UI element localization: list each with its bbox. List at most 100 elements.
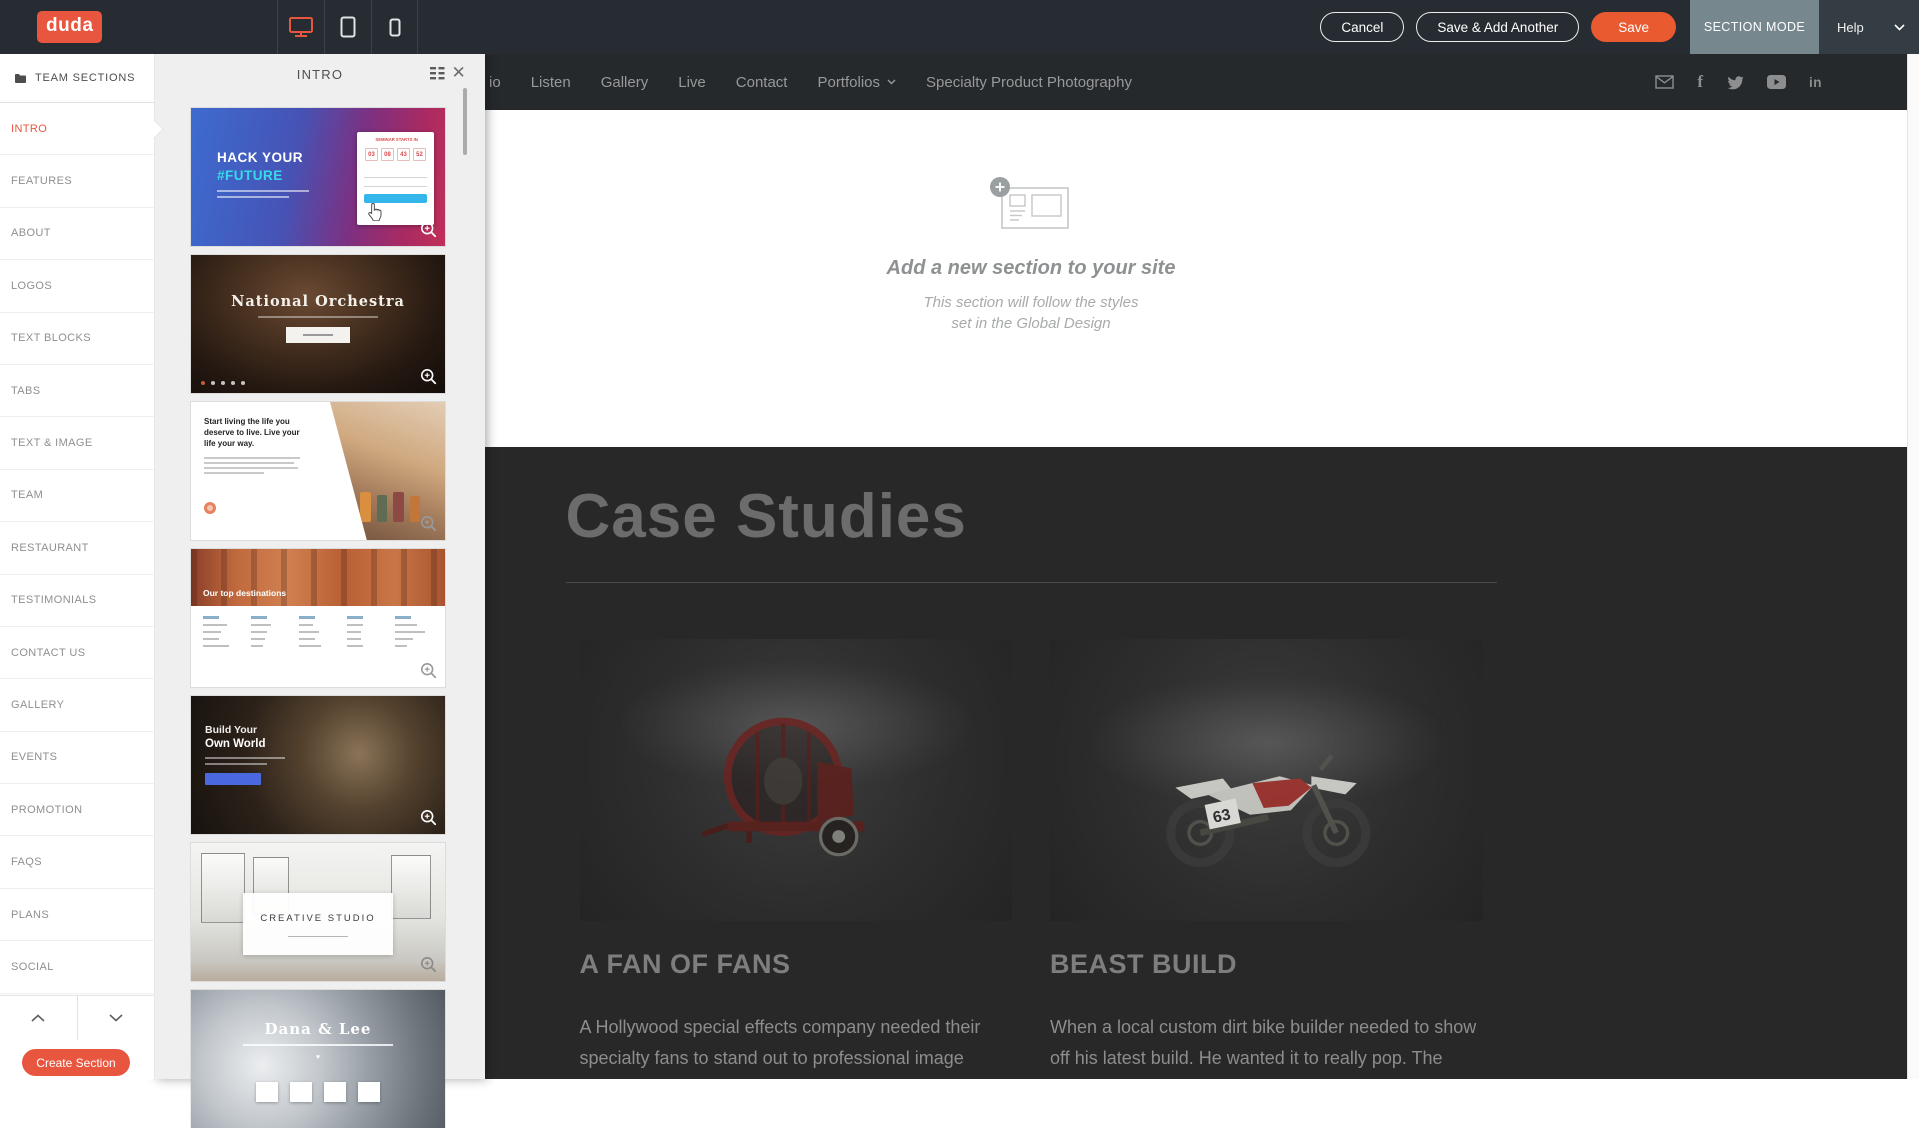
help-label: Help bbox=[1837, 20, 1864, 35]
tablet-icon bbox=[340, 16, 356, 38]
case-study-text: A Hollywood special effects company need… bbox=[580, 1012, 1010, 1079]
site-nav-link[interactable]: Gallery bbox=[601, 74, 649, 91]
close-icon[interactable]: ✕ bbox=[452, 64, 467, 81]
sidebar-item[interactable]: FEATURES bbox=[0, 155, 154, 207]
zoom-preview-icon[interactable] bbox=[420, 956, 437, 973]
sidebar-item[interactable]: GALLERY bbox=[0, 679, 154, 731]
email-icon[interactable] bbox=[1655, 75, 1674, 89]
sidebar-item[interactable]: TEXT & IMAGE bbox=[0, 417, 154, 469]
scroll-up-button[interactable] bbox=[0, 996, 78, 1040]
sidebar-item[interactable]: PLANS bbox=[0, 889, 154, 941]
sidebar-item-label: INTRO bbox=[11, 123, 47, 135]
case-studies-heading: Case Studies bbox=[566, 481, 1497, 552]
sidebar-item[interactable]: INTRO bbox=[0, 103, 154, 155]
template-thumb-creative-studio[interactable]: CREATIVE STUDIO bbox=[191, 843, 445, 981]
sidebar-header-label: TEAM SECTIONS bbox=[35, 72, 135, 84]
sidebar-item[interactable]: ABOUT bbox=[0, 208, 154, 260]
facebook-icon[interactable]: f bbox=[1697, 72, 1703, 92]
sidebar-item-label: EVENTS bbox=[11, 751, 57, 763]
zoom-preview-icon[interactable] bbox=[420, 809, 437, 826]
site-nav-link[interactable]: Portfolios bbox=[817, 74, 896, 91]
sidebar-item[interactable]: SOCIAL bbox=[0, 941, 154, 993]
sidebar-item-label: CONTACT US bbox=[11, 647, 86, 659]
site-nav-link[interactable]: Listen bbox=[531, 74, 571, 91]
sidebar-item-label: FAQS bbox=[11, 856, 42, 868]
sidebar-item-label: TEAM bbox=[11, 489, 43, 501]
youtube-icon[interactable] bbox=[1767, 75, 1786, 89]
countdown-boxes bbox=[191, 1082, 445, 1102]
case-study-card-fan: A FAN OF FANS A Hollywood special effect… bbox=[580, 639, 1013, 1079]
sidebar-item-label: LOGOS bbox=[11, 280, 52, 292]
tablet-view-button[interactable] bbox=[324, 0, 371, 54]
template-thumb-dana-and-lee[interactable]: Dana & Lee ♥ bbox=[191, 990, 445, 1128]
scroll-down-button[interactable] bbox=[78, 996, 155, 1040]
page-scrollbar[interactable] bbox=[1907, 54, 1919, 1079]
sidebar-item-label: SOCIAL bbox=[11, 961, 54, 973]
zoom-preview-icon[interactable] bbox=[420, 221, 437, 238]
duda-logo: duda bbox=[37, 11, 102, 43]
intro-sections-panel: INTRO ✕ HACK YOUR #FUTURE SEMINAR STARTS… bbox=[155, 54, 485, 1079]
add-section-subtitle: This section will follow the styles set … bbox=[887, 292, 1176, 334]
mobile-view-button[interactable] bbox=[371, 0, 418, 54]
sidebar-item-label: FEATURES bbox=[11, 175, 72, 187]
twitter-icon[interactable] bbox=[1726, 75, 1744, 90]
carousel-dots bbox=[201, 381, 245, 385]
section-mode-badge[interactable]: SECTION MODE bbox=[1690, 0, 1819, 54]
template-thumb-hack-your-future[interactable]: HACK YOUR #FUTURE SEMINAR STARTS IN 0308… bbox=[191, 108, 445, 246]
device-switcher bbox=[277, 0, 418, 54]
sidebar-item-label: TABS bbox=[11, 385, 41, 397]
chevron-down-icon bbox=[1894, 24, 1905, 31]
panel-title: INTRO bbox=[297, 67, 343, 82]
editor-top-bar: duda Cancel Save & Add Another Save SECT… bbox=[0, 0, 1919, 54]
site-nav-link[interactable]: Live bbox=[678, 74, 706, 91]
case-study-title: BEAST BUILD bbox=[1050, 949, 1483, 980]
hand-cursor-icon bbox=[367, 202, 383, 221]
case-study-text: When a local custom dirt bike builder ne… bbox=[1050, 1012, 1480, 1079]
sidebar-item[interactable]: CONTACT US bbox=[0, 627, 154, 679]
save-button[interactable]: Save bbox=[1591, 12, 1676, 42]
sidebar-item[interactable]: TESTIMONIALS bbox=[0, 575, 154, 627]
site-social-icons: f in bbox=[1655, 54, 1822, 110]
panel-scrollbar-thumb[interactable] bbox=[463, 88, 467, 155]
sidebar-item[interactable]: LOGOS bbox=[0, 260, 154, 312]
sidebar-item-label: TESTIMONIALS bbox=[11, 594, 96, 606]
sidebar-item[interactable]: TABS bbox=[0, 365, 154, 417]
sections-sidebar: TEAM SECTIONS INTRO FEATURES ABOUT LOGOS… bbox=[0, 54, 155, 1079]
sidebar-item-label: ABOUT bbox=[11, 227, 51, 239]
template-thumb-start-living[interactable]: Start living the life you deserve to liv… bbox=[191, 402, 445, 540]
sidebar-header: TEAM SECTIONS bbox=[0, 54, 154, 103]
chevron-up-icon bbox=[31, 1014, 45, 1022]
sidebar-item[interactable]: TEXT BLOCKS bbox=[0, 313, 154, 365]
thumb-button bbox=[286, 327, 350, 343]
wind-machine-graphic bbox=[686, 700, 906, 860]
site-nav-items: io Listen Gallery Live bbox=[489, 74, 1132, 91]
sidebar-items: INTRO FEATURES ABOUT LOGOS TEXT BLOCKS T… bbox=[0, 103, 154, 994]
sidebar-item[interactable]: TEAM bbox=[0, 470, 154, 522]
zoom-preview-icon[interactable] bbox=[420, 515, 437, 532]
sidebar-item-label: RESTAURANT bbox=[11, 542, 89, 554]
template-thumb-build-your-own-world[interactable]: Build Your Own World bbox=[191, 696, 445, 834]
zoom-preview-icon[interactable] bbox=[420, 662, 437, 679]
site-nav-link[interactable]: io bbox=[489, 74, 501, 91]
layout-toggle-icon[interactable] bbox=[430, 67, 445, 80]
sidebar-item[interactable]: FAQS bbox=[0, 836, 154, 888]
create-section-button[interactable]: Create Section bbox=[22, 1049, 130, 1076]
fan-photo bbox=[580, 639, 1013, 921]
template-thumb-national-orchestra[interactable]: National Orchestra bbox=[191, 255, 445, 393]
countdown-box: 03 bbox=[365, 148, 378, 161]
template-thumb-top-destinations[interactable]: Our top destinations bbox=[191, 549, 445, 687]
desktop-view-button[interactable] bbox=[277, 0, 324, 54]
site-nav-link[interactable]: Specialty Product Photography bbox=[926, 74, 1132, 91]
bike-photo: 63 bbox=[1050, 639, 1483, 921]
save-add-another-button[interactable]: Save & Add Another bbox=[1416, 12, 1579, 42]
sidebar-item[interactable]: RESTAURANT bbox=[0, 522, 154, 574]
sidebar-item-label: TEXT BLOCKS bbox=[11, 332, 91, 344]
cancel-button[interactable]: Cancel bbox=[1320, 12, 1404, 42]
site-nav-link[interactable]: Contact bbox=[736, 74, 788, 91]
chevron-down-icon bbox=[887, 79, 896, 85]
zoom-preview-icon[interactable] bbox=[420, 368, 437, 385]
linkedin-icon[interactable]: in bbox=[1809, 75, 1822, 90]
sidebar-item[interactable]: EVENTS bbox=[0, 732, 154, 784]
help-menu[interactable]: Help bbox=[1819, 0, 1919, 54]
sidebar-item[interactable]: PROMOTION bbox=[0, 784, 154, 836]
